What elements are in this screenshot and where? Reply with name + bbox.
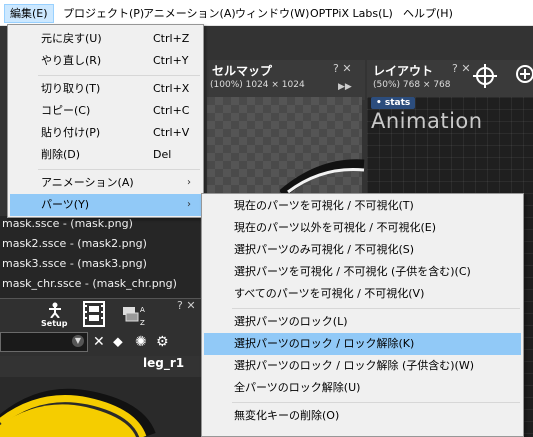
toolbar-controls[interactable]: ? ✕ bbox=[177, 299, 196, 312]
tag-icon[interactable]: ⬥ bbox=[113, 334, 123, 350]
menu-item-toggle-current-part[interactable]: 現在のパーツを可視化 / 不可視化(T) bbox=[204, 195, 521, 217]
loading-icon[interactable]: ✺ bbox=[135, 334, 147, 350]
menu-optpix-labs[interactable]: OPTPiX Labs(L) bbox=[305, 4, 398, 23]
menu-item-redo[interactable]: やり直し(R) Ctrl+Y bbox=[10, 50, 201, 72]
menu-item-toggle-selected-with-children[interactable]: 選択パーツを可視化 / 不可視化 (子供を含む)(C) bbox=[204, 261, 521, 283]
menu-item-label: 選択パーツを可視化 / 不可視化 (子供を含む)(C) bbox=[234, 265, 471, 278]
file-list-item[interactable]: mask_chr.ssce - (mask_chr.png) bbox=[2, 274, 177, 294]
menu-item-label: 選択パーツのロック / ロック解除 (子供含む)(W) bbox=[234, 359, 475, 372]
menu-help[interactable]: ヘルプ(H) bbox=[398, 4, 458, 23]
menu-item-label: すべてのパーツを可視化 / 不可視化(V) bbox=[234, 287, 425, 300]
menu-item-label: 全パーツのロック解除(U) bbox=[234, 381, 361, 394]
menu-project[interactable]: プロジェクト(P) bbox=[58, 4, 149, 23]
menu-separator bbox=[38, 169, 200, 170]
menu-item-shortcut: Ctrl+Z bbox=[153, 32, 190, 45]
menu-animation[interactable]: アニメーション(A) bbox=[138, 4, 241, 23]
menu-item-copy[interactable]: コピー(C) Ctrl+C bbox=[10, 100, 201, 122]
chevron-right-icon: › bbox=[187, 177, 191, 188]
menu-item-label: 元に戻す(U) bbox=[41, 32, 102, 45]
parts-dropdown[interactable]: ▼ bbox=[0, 332, 88, 352]
menu-item-label: 無変化キーの削除(O) bbox=[234, 409, 340, 422]
menu-item-shortcut: Ctrl+X bbox=[153, 82, 190, 95]
menu-item-label: 現在のパーツ以外を可視化 / 不可視化(E) bbox=[234, 221, 437, 234]
file-list-item[interactable]: mask2.ssce - (mask2.png) bbox=[2, 234, 147, 254]
film-strip-icon[interactable] bbox=[82, 301, 106, 327]
cellmap-panel-controls[interactable]: ? ✕ bbox=[333, 62, 352, 75]
menu-item-cut[interactable]: 切り取り(T) Ctrl+X bbox=[10, 78, 201, 100]
menu-item-label: 選択パーツのロック / ロック解除(K) bbox=[234, 337, 415, 350]
menu-item-label: 削除(D) bbox=[41, 148, 81, 161]
parts-submenu: 現在のパーツを可視化 / 不可視化(T) 現在のパーツ以外を可視化 / 不可視化… bbox=[201, 193, 524, 437]
timeline-preview bbox=[0, 377, 207, 437]
gear-icon[interactable]: ⚙ bbox=[156, 334, 169, 350]
close-icon[interactable]: ✕ bbox=[93, 334, 105, 350]
zoom-in-icon[interactable] bbox=[514, 64, 533, 88]
file-list-item[interactable]: mask3.ssce - (mask3.png) bbox=[2, 254, 147, 274]
menu-item-label: パーツ(Y) bbox=[41, 198, 90, 211]
menu-window[interactable]: ウィンドウ(W) bbox=[230, 4, 314, 23]
menu-item-label: 現在のパーツを可視化 / 不可視化(T) bbox=[234, 199, 414, 212]
menu-item-label: やり直し(R) bbox=[41, 54, 102, 67]
cellmap-shape bbox=[280, 159, 365, 196]
character-preview-shape bbox=[0, 388, 156, 437]
menu-separator bbox=[38, 75, 200, 76]
setup-label: Setup bbox=[41, 319, 68, 328]
svg-text:Z: Z bbox=[140, 319, 145, 327]
chevron-right-icon: › bbox=[187, 199, 191, 210]
stats-chip: • stats bbox=[371, 97, 416, 109]
sort-layers-icon[interactable]: A Z bbox=[121, 303, 149, 327]
menu-item-label: 切り取り(T) bbox=[41, 82, 101, 95]
setup-figure-icon[interactable] bbox=[47, 302, 63, 318]
menu-item-shortcut: Ctrl+C bbox=[153, 104, 190, 117]
menu-edit[interactable]: 編集(E) bbox=[4, 4, 54, 23]
menu-item-paste[interactable]: 貼り付け(P) Ctrl+V bbox=[10, 122, 201, 144]
menu-bar: 編集(E) プロジェクト(P) アニメーション(A) ウィンドウ(W) OPTP… bbox=[0, 0, 533, 26]
layout-panel-info: (50%) 768 × 768 bbox=[373, 80, 451, 90]
menu-item-toggle-selected-only[interactable]: 選択パーツのみ可視化 / 不可視化(S) bbox=[204, 239, 521, 261]
selected-part-label: leg_r1 bbox=[143, 356, 185, 370]
cellmap-panel-info: (100%) 1024 × 1024 bbox=[210, 80, 305, 90]
menu-item-undo[interactable]: 元に戻す(U) Ctrl+Z bbox=[10, 28, 201, 50]
menu-item-label: アニメーション(A) bbox=[41, 176, 134, 189]
menu-item-toggle-lock-with-children[interactable]: 選択パーツのロック / ロック解除 (子供含む)(W) bbox=[204, 355, 521, 377]
animation-title: Animation bbox=[371, 109, 483, 133]
menu-separator bbox=[232, 402, 520, 403]
menu-item-label: 貼り付け(P) bbox=[41, 126, 101, 139]
menu-item-label: 選択パーツのロック(L) bbox=[234, 315, 348, 328]
menu-item-unlock-all[interactable]: 全パーツのロック解除(U) bbox=[204, 377, 521, 399]
menu-item-delete[interactable]: 削除(D) Del bbox=[10, 144, 201, 166]
layout-panel-controls[interactable]: ? ✕ bbox=[452, 62, 471, 75]
menu-item-shortcut: Ctrl+V bbox=[153, 126, 190, 139]
cellmap-forward-button[interactable]: ▶▶ bbox=[338, 82, 352, 92]
crosshair-icon[interactable] bbox=[473, 64, 497, 88]
menu-item-toggle-lock-selected[interactable]: 選択パーツのロック / ロック解除(K) bbox=[204, 333, 521, 355]
menu-item-shortcut: Del bbox=[153, 148, 172, 161]
menu-item-label: コピー(C) bbox=[41, 104, 91, 117]
edit-menu: 元に戻す(U) Ctrl+Z やり直し(R) Ctrl+Y 切り取り(T) Ct… bbox=[7, 24, 204, 218]
chevron-down-icon[interactable]: ▼ bbox=[72, 335, 84, 347]
menu-item-animation[interactable]: アニメーション(A) › bbox=[10, 172, 201, 194]
menu-item-delete-unchanged-keys[interactable]: 無変化キーの削除(O) bbox=[204, 405, 521, 427]
menu-item-toggle-all-parts[interactable]: すべてのパーツを可視化 / 不可視化(V) bbox=[204, 283, 521, 305]
menu-item-label: 選択パーツのみ可視化 / 不可視化(S) bbox=[234, 243, 415, 256]
menu-item-lock-selected[interactable]: 選択パーツのロック(L) bbox=[204, 311, 521, 333]
menu-separator bbox=[232, 308, 520, 309]
menu-item-parts[interactable]: パーツ(Y) › bbox=[10, 194, 201, 216]
svg-text:A: A bbox=[140, 306, 145, 314]
cellmap-panel-title: セルマップ bbox=[212, 64, 273, 78]
menu-item-shortcut: Ctrl+Y bbox=[153, 54, 189, 67]
menu-item-toggle-other-parts[interactable]: 現在のパーツ以外を可視化 / 不可視化(E) bbox=[204, 217, 521, 239]
layout-panel-title: レイアウト bbox=[373, 64, 434, 78]
